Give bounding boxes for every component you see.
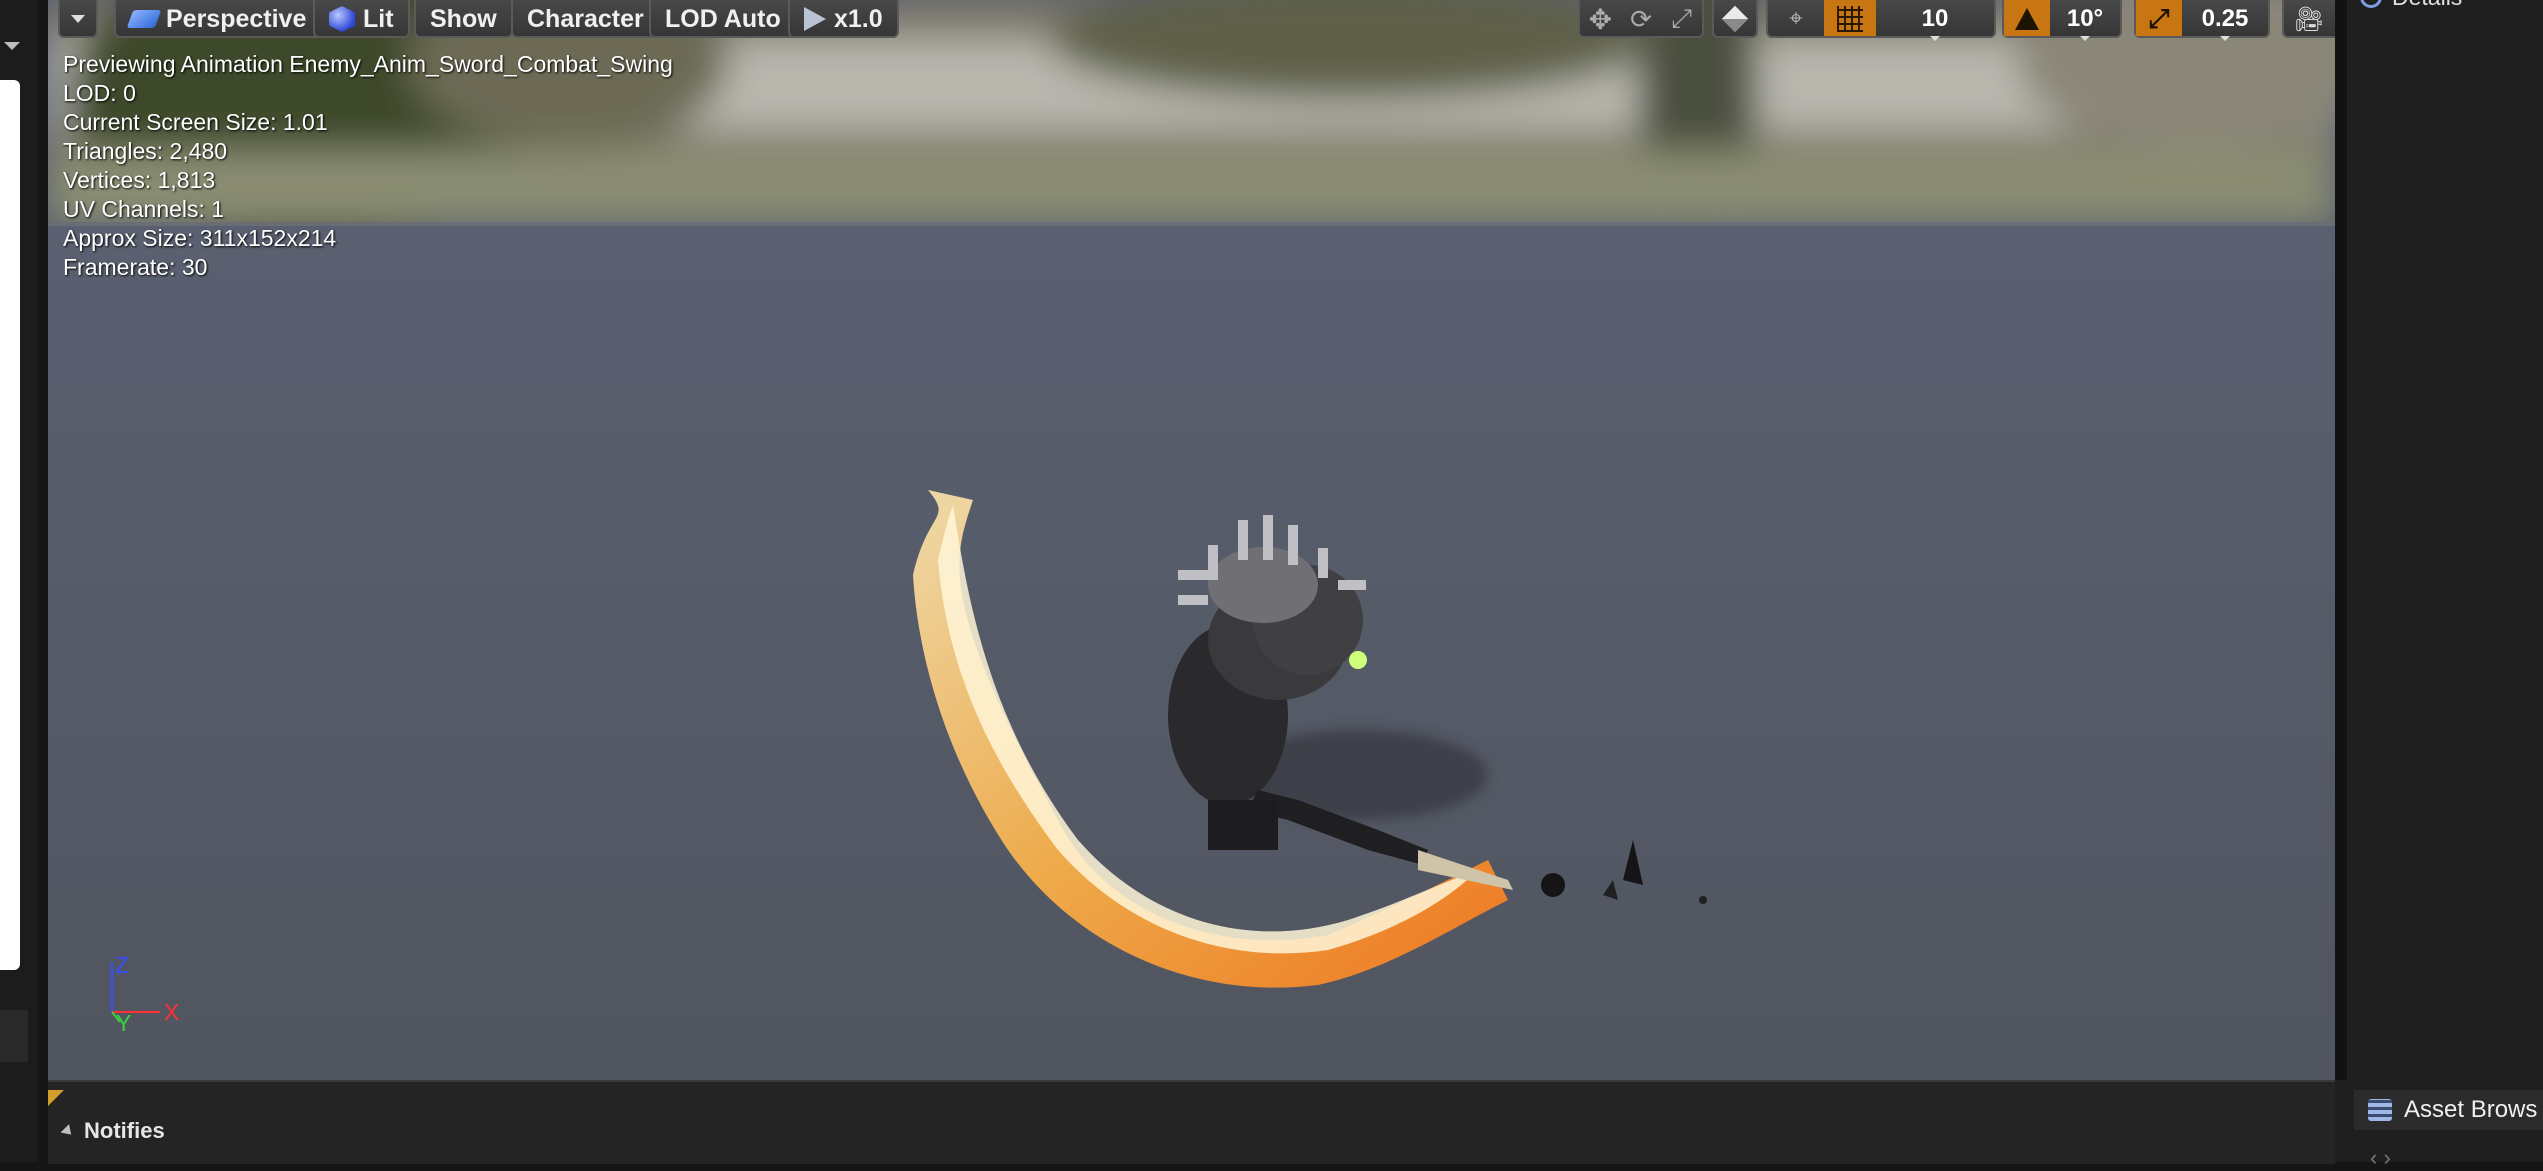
- scale-snap-icon[interactable]: ⤢: [2136, 0, 2182, 36]
- translate-icon[interactable]: ✥: [1580, 0, 1621, 36]
- animation-viewport[interactable]: Perspective Lit Show Character LOD Auto …: [48, 0, 2335, 1080]
- uv-channels-stat: UV Channels: 1: [63, 196, 225, 222]
- framerate-stat: Framerate: 30: [63, 254, 208, 280]
- lit-view-mode-button[interactable]: Lit: [313, 0, 410, 38]
- viewport-options-button[interactable]: [58, 0, 98, 38]
- collapse-arrow-icon[interactable]: [4, 42, 20, 50]
- viewport-stats-overlay: Previewing Animation Enemy_Anim_Sword_Co…: [63, 50, 673, 282]
- dropdown-icon: [71, 15, 85, 23]
- axis-z-label: Z: [115, 952, 130, 978]
- camera-icon: 🎥︎: [2293, 5, 2325, 33]
- lod-stat: LOD: 0: [63, 80, 136, 106]
- playback-speed-button[interactable]: x1.0: [788, 0, 899, 38]
- approx-size-stat: Approx Size: 311x152x214: [63, 225, 337, 251]
- left-panel-strip: [0, 0, 38, 1162]
- previewing-text: Previewing Animation Enemy_Anim_Sword_Co…: [63, 51, 673, 77]
- details-tab[interactable]: Details: [2360, 0, 2462, 12]
- character-menu-button[interactable]: Character: [511, 0, 660, 38]
- asset-browser-icon: [2368, 1099, 2392, 1121]
- asset-browser-nav-arrows-icon[interactable]: ‹ ›: [2370, 1145, 2391, 1171]
- transform-tools-group: ✥ ⟳ ⤢: [1578, 0, 1704, 38]
- play-icon: [804, 7, 826, 31]
- scale-snap-group: ⤢ 0.25: [2134, 0, 2270, 41]
- timeline-panel: [48, 1080, 2335, 1164]
- angle-icon[interactable]: [2004, 0, 2050, 36]
- perspective-icon: [126, 10, 162, 28]
- panel-corner-marker: [48, 1090, 64, 1106]
- screen-size-stat: Current Screen Size: 1.01: [63, 109, 328, 135]
- axis-y-label: Y: [116, 1010, 132, 1036]
- right-panel: [2335, 0, 2543, 1162]
- expand-arrow-icon: [60, 1123, 76, 1139]
- left-scrollbar[interactable]: [0, 80, 20, 970]
- asset-browser-tab[interactable]: Asset Brows: [2354, 1090, 2543, 1130]
- lit-sphere-icon: [329, 6, 355, 32]
- left-panel-tab[interactable]: [0, 1010, 28, 1062]
- panel-splitter[interactable]: [2335, 0, 2347, 1080]
- coordinate-system-button[interactable]: [1712, 0, 1758, 38]
- axis-x-label: X: [164, 999, 180, 1025]
- rotate-icon[interactable]: ⟳: [1621, 0, 1662, 36]
- vertices-stat: Vertices: 1,813: [63, 167, 216, 193]
- perspective-button[interactable]: Perspective: [114, 0, 323, 38]
- scale-snap-value[interactable]: 0.25: [2182, 0, 2268, 41]
- grid-icon[interactable]: [1824, 0, 1876, 36]
- show-flags-button[interactable]: Show: [414, 0, 513, 38]
- lod-button[interactable]: LOD Auto: [649, 0, 797, 38]
- notifies-section-header[interactable]: Notifies: [60, 1118, 165, 1144]
- world-local-icon: [1714, 0, 1756, 36]
- camera-speed-group[interactable]: 🎥︎ 4: [2282, 0, 2335, 38]
- grid-snap-value[interactable]: 10: [1876, 0, 1994, 41]
- scale-icon[interactable]: ⤢: [1661, 0, 1702, 36]
- surface-snap-icon[interactable]: ⌖: [1768, 0, 1824, 36]
- rotation-snap-value[interactable]: 10°: [2050, 0, 2120, 41]
- triangles-stat: Triangles: 2,480: [63, 138, 228, 164]
- details-icon: [2360, 0, 2382, 8]
- grid-snap-group: ⌖ 10: [1766, 0, 1996, 41]
- rotation-snap-group: 10°: [2002, 0, 2122, 41]
